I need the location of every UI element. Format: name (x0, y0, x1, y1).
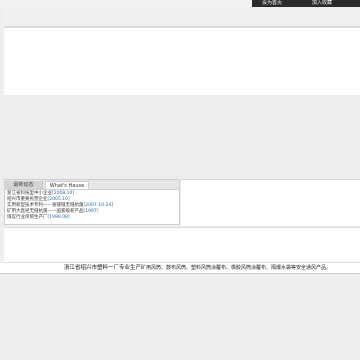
news-date: [2005.10] (47, 197, 70, 202)
news-tabs: 最新动态 What's Hause (5, 180, 179, 190)
side-panel (181, 179, 360, 226)
news-list: 浙江省科技型中小企业[2008.10] 绍兴市重要民营企业[2005.10] 实… (7, 191, 113, 221)
news-title[interactable]: 煤炭行业风筒生产厂 (7, 215, 48, 220)
lower-band (4, 227, 360, 263)
news-date: [1997] (83, 209, 99, 214)
news-title[interactable]: 绍兴市重要民营企业 (7, 197, 48, 202)
news-date: [2008.10] (52, 191, 75, 196)
list-item[interactable]: 煤炭行业风筒生产厂[1999.08] (7, 215, 113, 221)
news-title[interactable]: 浙江省科技型中小企业 (7, 191, 52, 196)
footer-products: 矿用风筒、鼓布风筒、塑料风筒涂覆布、橡胶风筒涂覆布、隔爆水袋等安全通风产品。 (141, 265, 332, 271)
top-nav: 设为首页 加入收藏 (252, 0, 360, 7)
header-banner (4, 27, 360, 96)
news-title[interactable]: 矿用大直径无缝抗菌——国家级新产品 (7, 209, 84, 214)
news-title[interactable]: 实用新型技术专利——速缝缝无缝抗菌 (7, 203, 84, 208)
news-panel: 最新动态 What's Hause 浙江省科技型中小企业[2008.10] 绍兴… (4, 179, 180, 225)
set-homepage-link[interactable]: 设为首页 (262, 0, 282, 7)
news-date: [2007-10-24] (83, 203, 114, 208)
add-favorite-link[interactable]: 加入收藏 (312, 0, 332, 7)
page-bottom (0, 274, 360, 360)
tab-whats-hause[interactable]: What's Hause (45, 181, 89, 189)
tab-latest-news[interactable]: 最新动态 (5, 181, 43, 189)
news-date: [1999.08] (47, 215, 70, 220)
content-area (4, 95, 360, 179)
header-banner-strip (4, 8, 360, 27)
footer-text: 浙江省绍兴市塑料一厂专业生产矿用风筒、鼓布风筒、塑料风筒涂覆布、橡胶风筒涂覆布、… (64, 264, 331, 272)
footer-company: 浙江省绍兴市塑料一厂专业生产 (64, 265, 142, 271)
